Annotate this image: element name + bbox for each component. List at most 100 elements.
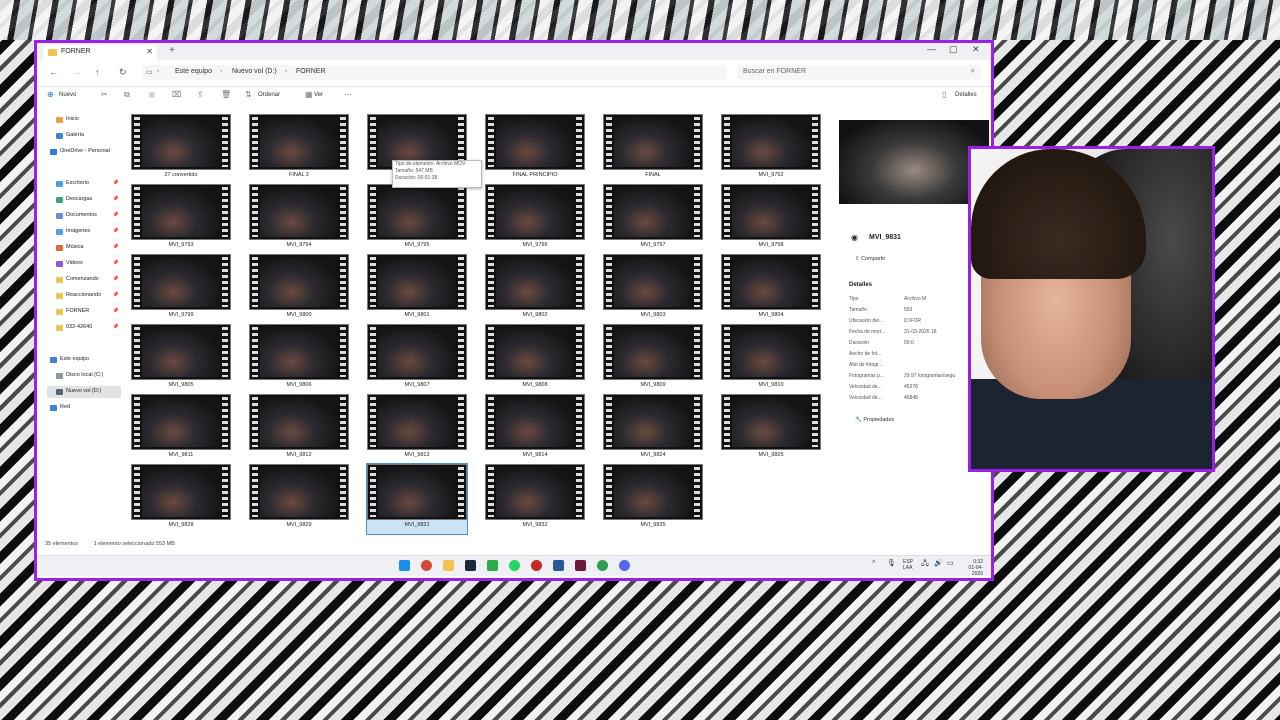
tab-forner[interactable]: FORNER ✕ xyxy=(43,45,157,60)
new-tab-button[interactable]: + xyxy=(169,45,175,56)
sidebar-item-15[interactable]: Nuevo vol (D:) xyxy=(47,386,121,398)
file-item[interactable]: MVI_9831 xyxy=(366,463,468,535)
record-icon[interactable] xyxy=(531,560,542,571)
sidebar-item-0[interactable]: Inicio xyxy=(47,114,121,126)
file-item[interactable]: MVI_9828 xyxy=(131,464,231,534)
sidebar-item-1[interactable]: Galería xyxy=(47,130,121,142)
sidebar-item-12[interactable]: 032-42640 📌 xyxy=(47,322,121,334)
chrome-icon[interactable] xyxy=(421,560,432,571)
breadcrumb-nuevo-vol[interactable]: Nuevo vol (D:) xyxy=(232,68,277,75)
properties-button[interactable]: 🔧 Propiedades xyxy=(855,417,894,423)
clock[interactable]: 0:32 01-04-2026 xyxy=(959,559,983,577)
file-item[interactable]: MVI_9829 xyxy=(249,464,349,534)
file-item[interactable]: MVI_9805 xyxy=(131,324,231,394)
file-item[interactable]: MVI_9795 xyxy=(367,184,467,254)
premiere-icon[interactable] xyxy=(575,560,586,571)
file-item[interactable]: FINAL 2 xyxy=(249,114,349,184)
close-window-button[interactable]: ✕ xyxy=(972,44,980,55)
sidebar-item-10[interactable]: Reaccionando 📌 xyxy=(47,290,121,302)
breadcrumb-forner[interactable]: FORNER xyxy=(296,68,326,75)
sidebar-item-9[interactable]: Comenzando 📌 xyxy=(47,274,121,286)
file-item[interactable]: FINAL PRINCIPIO xyxy=(485,114,585,184)
file-explorer-icon[interactable] xyxy=(443,560,454,571)
tray-chevron-icon[interactable]: ^ xyxy=(872,560,875,567)
breadcrumb-este-equipo[interactable]: Este equipo xyxy=(175,68,212,75)
volume-icon[interactable]: 🔊 xyxy=(934,560,943,567)
sidebar-item-icon xyxy=(56,213,63,219)
up-arrow-icon[interactable]: ↑ xyxy=(95,67,100,77)
language-indicator[interactable]: ESP LAA xyxy=(903,559,913,571)
sidebar-item-13[interactable]: Este equipo xyxy=(41,354,115,366)
sidebar-item-8[interactable]: Videos 📌 xyxy=(47,258,121,270)
file-item[interactable]: MVI_9809 xyxy=(603,324,703,394)
sidebar-item-icon xyxy=(56,293,63,299)
file-item[interactable]: MVI_9835 xyxy=(603,464,703,534)
file-item[interactable]: MVI_9798 xyxy=(721,184,821,254)
whatsapp-icon[interactable] xyxy=(509,560,520,571)
cut-icon[interactable]: ✂ xyxy=(101,90,108,99)
sort-button[interactable]: Ordenar xyxy=(258,92,280,98)
network-icon[interactable]: 🖧 xyxy=(921,560,929,567)
battery-icon[interactable]: ▭ xyxy=(947,560,954,567)
sidebar-item-3[interactable]: Escritorio 📌 xyxy=(47,178,121,190)
file-item[interactable]: MVI_9813 xyxy=(367,394,467,464)
file-item[interactable]: MVI_9799 xyxy=(131,254,231,324)
discord-icon[interactable] xyxy=(619,560,630,571)
new-button[interactable]: Nuevo xyxy=(59,92,76,98)
copy-icon[interactable]: ⧉ xyxy=(124,90,130,100)
file-item[interactable]: MVI_9792 xyxy=(721,114,821,184)
sidebar-item-11[interactable]: FORNER 📌 xyxy=(47,306,121,318)
details-button[interactable]: Detalles xyxy=(955,92,977,98)
file-item[interactable]: MVI_9804 xyxy=(721,254,821,324)
minimize-button[interactable]: — xyxy=(927,44,936,54)
forward-arrow-icon[interactable]: → xyxy=(72,67,81,77)
file-item[interactable]: MVI_9794 xyxy=(249,184,349,254)
refresh-icon[interactable]: ↻ xyxy=(119,67,127,78)
rename-icon[interactable]: ⌧ xyxy=(172,90,181,99)
file-item[interactable]: MVI_9825 xyxy=(721,394,821,464)
maximize-button[interactable]: ▢ xyxy=(949,44,958,55)
file-item[interactable]: 27 convertido xyxy=(131,114,231,184)
sidebar-item-4[interactable]: Descargas 📌 xyxy=(47,194,121,206)
file-item[interactable]: MVI_9796 xyxy=(485,184,585,254)
file-item[interactable]: MVI_9801 xyxy=(367,254,467,324)
file-item[interactable]: MVI_9824 xyxy=(603,394,703,464)
file-item[interactable]: MVI_9807 xyxy=(367,324,467,394)
file-item[interactable]: MVI_9797 xyxy=(603,184,703,254)
word-icon[interactable] xyxy=(553,560,564,571)
sidebar-item-16[interactable]: Red xyxy=(41,402,115,414)
share-button[interactable]: ⇪ Compartir xyxy=(855,256,885,262)
start-icon[interactable] xyxy=(399,560,410,571)
sidebar-item-5[interactable]: Documentos 📌 xyxy=(47,210,121,222)
more-button[interactable]: ··· xyxy=(344,90,352,99)
sidebar-item-14[interactable]: Disco local (C:) xyxy=(47,370,121,382)
file-item[interactable]: MVI_9793 xyxy=(131,184,231,254)
paste-icon[interactable]: ▣ xyxy=(148,90,156,99)
app-green-icon[interactable] xyxy=(487,560,498,571)
file-item[interactable]: MVI_9812 xyxy=(249,394,349,464)
close-tab-icon[interactable]: ✕ xyxy=(146,47,153,56)
file-item[interactable]: MVI_9800 xyxy=(249,254,349,324)
file-item[interactable]: MVI_9806 xyxy=(249,324,349,394)
view-button[interactable]: Ver xyxy=(314,92,323,98)
sidebar-item-icon xyxy=(56,261,63,267)
file-item[interactable]: FINAL xyxy=(603,114,703,184)
sidebar-item-6[interactable]: Imágenes 📌 xyxy=(47,226,121,238)
steam-icon[interactable] xyxy=(465,560,476,571)
file-item[interactable]: MVI_9808 xyxy=(485,324,585,394)
chrome-alt-icon[interactable] xyxy=(597,560,608,571)
mic-icon[interactable]: 🎙 xyxy=(887,560,896,567)
file-item[interactable]: MVI_9803 xyxy=(603,254,703,324)
file-item[interactable]: MVI_9802 xyxy=(485,254,585,324)
breadcrumb[interactable]: ▭ › Este equipo › Nuevo vol (D:) › FORNE… xyxy=(142,65,727,80)
share-icon[interactable]: ⇪ xyxy=(197,90,204,99)
back-arrow-icon[interactable]: ← xyxy=(49,67,58,77)
search-input[interactable]: Buscar en FORNER ⌕ xyxy=(737,65,981,80)
sidebar-item-2[interactable]: OneDrive - Personal xyxy=(41,146,115,158)
file-item[interactable]: MVI_9811 xyxy=(131,394,231,464)
delete-icon[interactable]: 🗑 xyxy=(221,90,231,99)
file-item[interactable]: MVI_9832 xyxy=(485,464,585,534)
file-item[interactable]: MVI_9810 xyxy=(721,324,821,394)
file-item[interactable]: MVI_9814 xyxy=(485,394,585,464)
sidebar-item-7[interactable]: Música 📌 xyxy=(47,242,121,254)
